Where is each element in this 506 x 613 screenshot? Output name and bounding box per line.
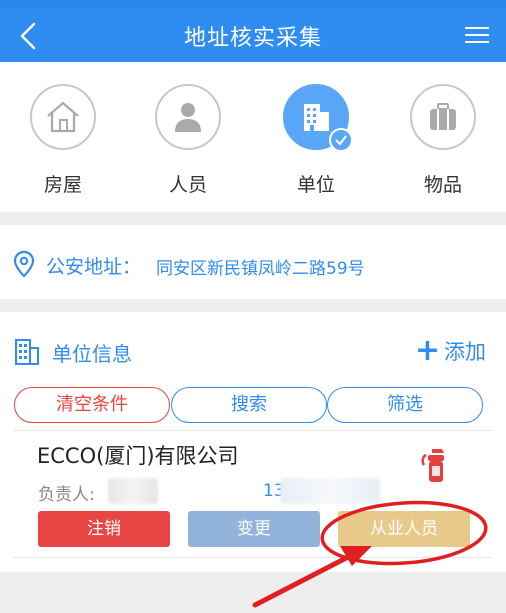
category-label: 单位 [296,174,335,196]
category-label: 房屋 [43,174,82,196]
category-label: 物品 [423,174,462,196]
search-button[interactable]: 搜索 [171,387,327,423]
add-label: 添加 [444,340,486,364]
unit-info-panel: 单位信息 + 添加 清空条件 搜索 筛选 ECCO(厦门)有限公司 负责人: 1… [0,312,506,572]
location-pin-icon [13,250,35,278]
selected-check-icon [329,128,353,152]
fire-extinguisher-icon[interactable] [420,446,450,484]
hamburger-menu-icon [465,27,489,43]
category-unit[interactable]: 单位 [276,84,356,197]
filter-bar: 清空条件 搜索 筛选 [14,387,484,423]
change-button[interactable]: 变更 [188,511,320,547]
plus-icon: + [414,333,440,368]
house-icon [47,101,79,133]
person-icon [175,103,201,132]
deregister-button[interactable]: 注销 [38,511,170,547]
menu-button[interactable] [462,22,492,48]
address-label: 公安地址： [46,256,142,278]
category-house[interactable]: 房屋 [23,84,103,197]
address-panel: 公安地址： 同安区新民镇凤岭二路59号 [0,225,506,299]
company-name: ECCO(厦门)有限公司 [37,444,239,468]
divider [14,557,492,558]
owner-label: 负责人: [38,485,95,505]
status-bar [0,0,506,8]
add-unit-button[interactable]: + 添加 [415,336,486,366]
clear-conditions-button[interactable]: 清空条件 [14,387,170,423]
building-outline-icon [15,339,39,365]
category-label: 人员 [168,174,207,196]
category-person[interactable]: 人员 [148,84,228,197]
building-icon [304,104,329,131]
divider [14,430,492,431]
section-title: 单位信息 [52,342,132,366]
address-value: 同安区新民镇凤岭二路59号 [156,259,365,279]
filter-button[interactable]: 筛选 [327,387,483,423]
category-items[interactable]: 物品 [403,84,483,197]
staff-button[interactable]: 从业人员 [338,511,470,547]
app-bar: 地址核实采集 [0,8,506,62]
owner-name-redacted [108,478,158,504]
phone-redacted [280,478,380,504]
category-panel: 房屋 人员 单位 物品 [0,62,506,212]
page-title: 地址核实采集 [183,26,322,51]
luggage-icon [430,103,456,130]
